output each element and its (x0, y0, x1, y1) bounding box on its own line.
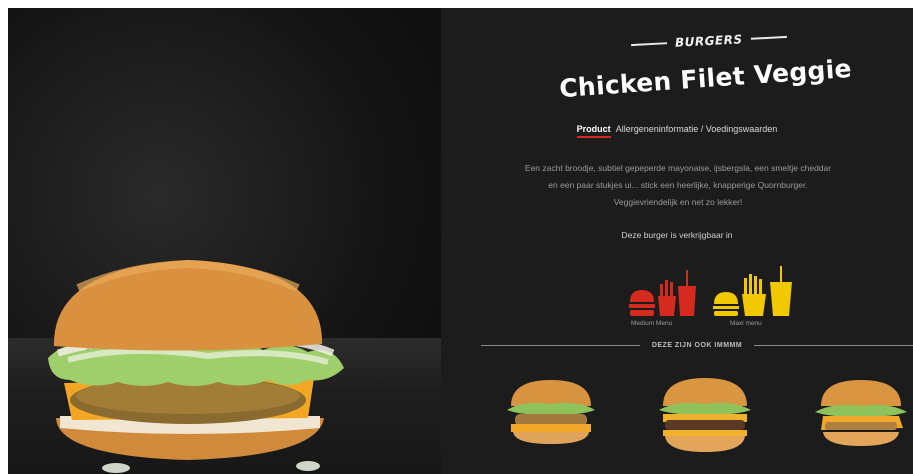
chicken-burger-image (507, 380, 595, 444)
product-panel: BURGERS Chicken Filet Veggie Product All… (441, 8, 913, 474)
category-label: BURGERS (674, 32, 743, 50)
cheese-burger-image (815, 380, 907, 446)
category-line-left (631, 42, 668, 47)
availability-text: Deze burger is verkrijgbaar in (621, 230, 733, 240)
medium-menu-icon[interactable] (629, 270, 696, 316)
double-burger-image (659, 378, 751, 452)
menu-options (624, 266, 794, 327)
maxi-menu-label[interactable]: Maxi menu (730, 320, 762, 327)
tab-allergens[interactable]: Allergeneninformatie / Voedingswaarden (616, 124, 778, 134)
related-product-2[interactable] (653, 376, 757, 459)
product-tabs: Product Allergeneninformatie / Voedingsw… (441, 124, 913, 138)
product-description: Een zacht broodje, subtiel gepeperde may… (524, 163, 832, 207)
divider-rule-left (481, 345, 640, 346)
related-divider: DEZE ZIJN OOK IMMMM (481, 342, 913, 349)
burger-hero-image (48, 259, 344, 473)
menu-icons-graphic (629, 266, 792, 316)
product-title: Chicken Filet Veggie (558, 53, 853, 104)
related-product-3[interactable] (811, 376, 911, 455)
divider-rule-right (754, 345, 913, 346)
category-heading: BURGERS (631, 30, 787, 52)
page-frame: BURGERS Chicken Filet Veggie Product All… (8, 8, 913, 474)
medium-menu-label[interactable]: Medium Menu (631, 320, 672, 327)
maxi-menu-icon[interactable] (713, 266, 792, 316)
related-product-1[interactable] (503, 376, 599, 453)
category-line-right (750, 35, 787, 40)
related-heading: DEZE ZIJN OOK IMMMM (651, 342, 743, 349)
hero-photo (8, 8, 441, 474)
tab-product[interactable]: Product (576, 124, 611, 138)
